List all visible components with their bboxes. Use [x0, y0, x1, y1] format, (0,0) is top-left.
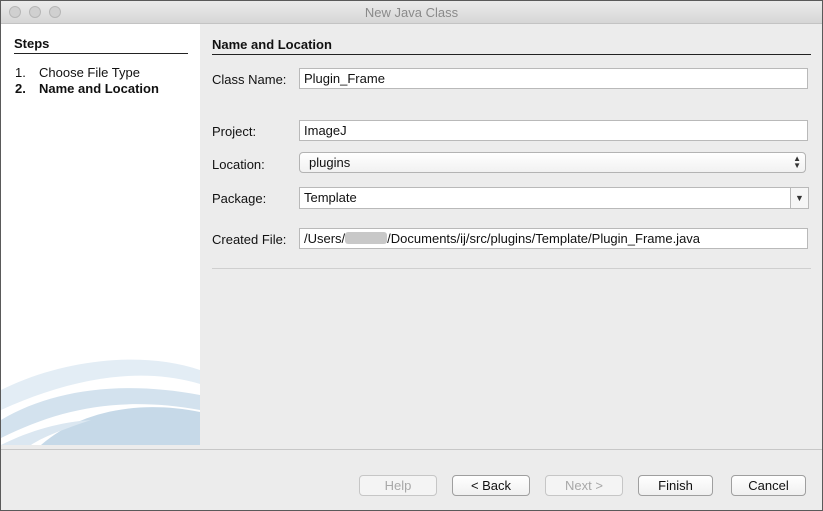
created-file-field: /Users/ /Documents/ij/src/plugins/Templat… [299, 228, 808, 249]
package-label: Package: [212, 191, 267, 206]
step-label: Choose File Type [39, 65, 140, 80]
next-button[interactable]: Next > [545, 475, 623, 496]
class-name-input[interactable]: Plugin_Frame [299, 68, 808, 89]
project-label: Project: [212, 124, 257, 139]
new-java-class-dialog: New Java Class Steps 1. Choose File Type … [0, 0, 823, 511]
redacted-username [345, 232, 388, 244]
steps-heading: Steps [14, 36, 188, 54]
cancel-button[interactable]: Cancel [731, 475, 806, 496]
up-down-arrows-icon: ▲ ▼ [793, 154, 801, 170]
divider [212, 268, 811, 269]
finish-button[interactable]: Finish [638, 475, 713, 496]
created-file-prefix: /Users/ [304, 231, 346, 246]
panel-heading: Name and Location [212, 37, 811, 55]
created-file-suffix: /Documents/ij/src/plugins/Template/Plugi… [387, 231, 701, 246]
project-field: ImageJ [299, 120, 808, 141]
location-label: Location: [212, 157, 265, 172]
help-button[interactable]: Help [359, 475, 437, 496]
chevron-down-icon[interactable]: ▼ [790, 188, 808, 208]
package-value: Template [304, 190, 357, 205]
button-bar-divider [1, 449, 822, 450]
step-number: 1. [15, 65, 26, 80]
created-file-label: Created File: [212, 232, 287, 247]
decorative-swirl-graphic [1, 359, 200, 445]
location-select[interactable]: plugins ▲ ▼ [299, 152, 806, 173]
package-combobox[interactable]: Template ▼ [299, 187, 809, 209]
step-number: 2. [15, 81, 26, 96]
steps-panel: Steps 1. Choose File Type 2. Name and Loca… [1, 24, 200, 445]
back-button[interactable]: < Back [452, 475, 530, 496]
step-name-and-location: 2. Name and Location [15, 81, 159, 96]
window-title: New Java Class [364, 5, 459, 20]
title-bar: New Java Class [1, 1, 822, 24]
step-label: Name and Location [39, 81, 159, 96]
class-name-label: Class Name: [212, 72, 287, 87]
step-choose-file-type: 1. Choose File Type [15, 65, 140, 80]
location-selected-value: plugins [309, 155, 351, 170]
